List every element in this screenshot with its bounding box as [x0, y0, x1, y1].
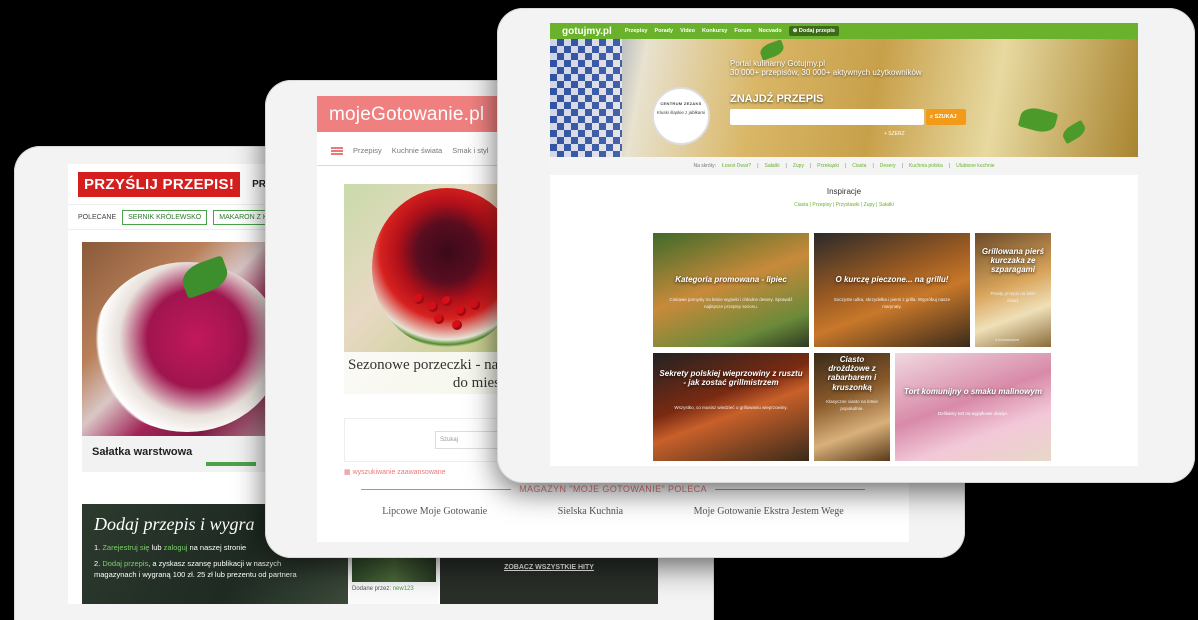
category-link[interactable]: Przystawki [836, 202, 860, 208]
tablet-gotujmy: gotujmy.pl Przepisy Porady Video Konkurs… [497, 8, 1195, 483]
tags-label: POLECANE [78, 213, 117, 221]
advanced-search-link[interactable]: ▦ wyszukiwanie zaawansowane [344, 468, 446, 476]
magazine-link-ekstra[interactable]: Moje Gotowanie Ekstra Jestem Wege [694, 506, 844, 517]
find-recipe-label: ZNAJDŹ PRZEPIS [730, 93, 824, 105]
search-input[interactable] [730, 109, 924, 125]
side-card-image [352, 558, 436, 582]
category-link[interactable]: Przepisy [812, 202, 831, 208]
herb-leaf [758, 39, 786, 61]
side-card[interactable]: Dodane przez: new123 [350, 556, 438, 604]
tile-kategoria-promowana[interactable]: Kategoria promowana - lipiec Ciekawe pom… [653, 233, 809, 347]
shortcut-item[interactable]: Desery [880, 163, 896, 169]
tile-sekrety-wieprzowiny[interactable]: Sekrety polskiej wieprzowiny z rusztu - … [653, 353, 809, 461]
nav-item-porady[interactable]: Porady [654, 28, 673, 34]
tile-grillowana-piers[interactable]: Grillowana pierś kurczaka ze szparagami … [975, 233, 1051, 347]
magazine-links: Lipcowe Moje Gotowanie Sielska Kuchnia M… [317, 506, 909, 517]
search-input[interactable]: Szukaj [435, 431, 501, 449]
salad-plate-image [92, 262, 268, 432]
hero-title[interactable]: Sezonowe porzeczki - na do mies [344, 352, 504, 396]
search-box: Szukaj [344, 418, 504, 462]
nav-item-kuchnie-swiata[interactable]: Kuchnie świata [392, 146, 442, 155]
shortcut-item[interactable]: Przekąski [817, 163, 839, 169]
shortcut-item[interactable]: Sałatki [765, 163, 780, 169]
inspiracje-heading: Inspiracje [826, 187, 862, 196]
top-nav-bar: gotujmy.pl Przepisy Porady Video Konkurs… [550, 23, 1138, 39]
hero-caption[interactable]: Sałatka warstwowa [82, 436, 268, 472]
add-recipe-link[interactable]: Dodaj przepis [102, 559, 148, 568]
hero-banner: CENTRUM ZEZAKS Kluski śląskie z jabłkami… [550, 39, 1138, 157]
herb-leaf [1017, 104, 1059, 136]
site-logo[interactable]: PRZYŚLIJ PRZEPIS! [78, 171, 241, 197]
shortcuts-label: Na skróty: [693, 163, 716, 169]
berry [434, 314, 444, 324]
tablet-showcase: { "t1": { "logo": "PRZYŚLIJ PRZEPIS!", "… [0, 0, 1198, 620]
tile-kurcze-pieczone[interactable]: O kurczę pieczone... na grillu! Soczyste… [814, 233, 970, 347]
inspiration-grid: Kategoria promowana - lipiec Ciekawe pom… [653, 233, 1051, 461]
berry [452, 320, 462, 330]
nav-item-przepisy[interactable]: Przepisy [625, 28, 648, 34]
nav-item-forum[interactable]: Forum [734, 28, 751, 34]
category-link[interactable]: Sałatki [879, 202, 894, 208]
tile-tort-komunijny[interactable]: Tort komunijny o smaku malinowym Delikat… [895, 353, 1051, 461]
berry [442, 296, 452, 306]
tag-sernik[interactable]: SERNIK KRÓLEWSKO [122, 209, 208, 225]
side-card-caption: Dodane przez: new123 [352, 586, 414, 592]
berry [456, 306, 466, 316]
add-recipe-button[interactable]: ⊕ Dodaj przepis [788, 26, 839, 36]
shortcuts-bar: Na skróty: Łosoś Dwar? | Sałatki | Zupy | P… [550, 157, 1138, 175]
magazine-heading: MAGAZYN "MOJE GOTOWANIE" POLECA [317, 484, 909, 494]
nav-item-konkursy[interactable]: Konkursy [702, 28, 727, 34]
menu-icon[interactable] [331, 146, 343, 155]
shortcut-item[interactable]: Zupy [793, 163, 804, 169]
berry [470, 300, 480, 310]
berry [428, 302, 438, 312]
register-link[interactable]: Zarejestruj się [102, 543, 149, 552]
checkered-cloth [550, 39, 622, 157]
nav-item-nocvado[interactable]: Nocvado [758, 28, 781, 34]
author-link[interactable]: new123 [393, 586, 414, 592]
magazine-link-lipcowe[interactable]: Lipcowe Moje Gotowanie [382, 506, 487, 517]
nav-item-smak-i-styl[interactable]: Smak i styl [452, 146, 488, 155]
more-link[interactable]: + SZERZ [884, 131, 905, 137]
shortcut-item[interactable]: Łosoś Dwar? [722, 163, 751, 169]
gotujmy-screen: gotujmy.pl Przepisy Porady Video Konkurs… [550, 23, 1138, 466]
search-button[interactable]: ⌕ SZUKAJ [926, 109, 966, 125]
promo-step-2: 2. Dodaj przepis, a zyskasz szansę publi… [94, 558, 297, 579]
slider-indicator[interactable] [206, 462, 256, 466]
hero-copy: Portal kulinarny Gotujmy.pl 30 000+ prze… [730, 59, 922, 77]
login-link[interactable]: zaloguj [164, 543, 188, 552]
nav-item-przepisy[interactable]: Przepisy [353, 146, 382, 155]
category-link[interactable]: Ciasta [794, 202, 808, 208]
magazine-link-sielska[interactable]: Sielska Kuchnia [558, 506, 623, 517]
site-logo[interactable]: gotujmy.pl [562, 26, 612, 37]
hero-image[interactable] [82, 242, 268, 467]
currant-bowl-image [372, 188, 504, 348]
berry [414, 294, 424, 304]
shortcut-item[interactable]: Ciasta [852, 163, 866, 169]
see-all-hits-button[interactable]: ZOBACZ WSZYSTKIE HITY [440, 556, 658, 604]
category-link[interactable]: Zupy [864, 202, 875, 208]
tile-ciasto-drozdzowe[interactable]: Ciasto drożdżowe z rabarbarem i kruszonk… [814, 353, 890, 461]
shortcut-item[interactable]: Kuchnia polska [909, 163, 943, 169]
herb-leaf [1060, 119, 1088, 145]
nav-item-video[interactable]: Video [680, 28, 695, 34]
inspiracje-categories: Ciasta | Przepisy | Przystawki | Zupy | … [794, 202, 894, 208]
shortcut-item[interactable]: Ulubione kuchnie [956, 163, 994, 169]
recipe-badge[interactable]: CENTRUM ZEZAKS Kluski śląskie z jabłkami [652, 87, 710, 145]
